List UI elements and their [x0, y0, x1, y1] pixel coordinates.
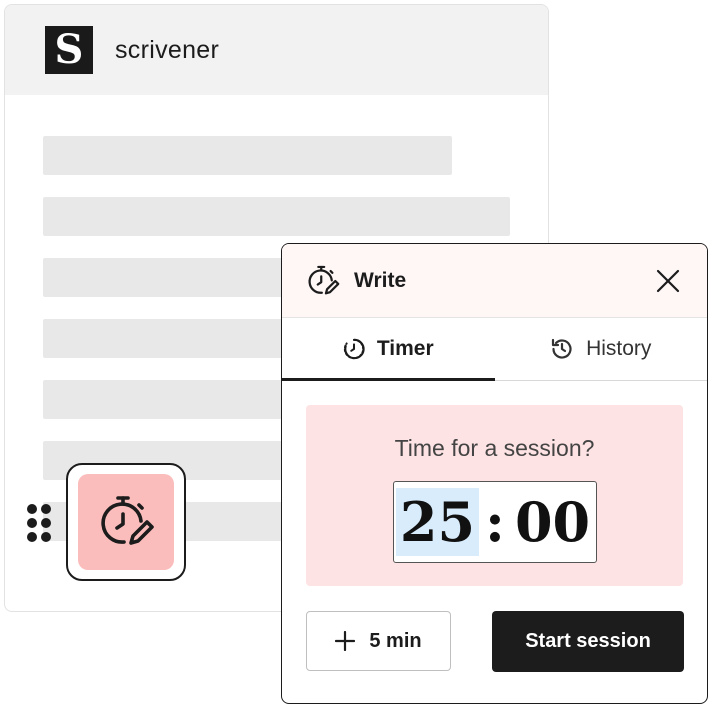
drag-handle-icon[interactable] [27, 504, 55, 544]
drag-dot [27, 518, 37, 528]
seconds-field[interactable]: 00 [511, 488, 594, 556]
close-button[interactable] [653, 266, 683, 296]
timer-icon [343, 338, 365, 360]
time-separator: : [485, 490, 505, 554]
drag-dot [41, 532, 51, 542]
history-icon [551, 338, 572, 359]
session-box: Time for a session? 25 : 00 [306, 405, 683, 586]
write-panel: Write Timer History Time for a session? … [281, 243, 708, 704]
start-session-button[interactable]: Start session [492, 611, 684, 672]
tab-label: History [586, 337, 652, 360]
close-icon [656, 269, 680, 293]
add-button-label: 5 min [369, 629, 422, 652]
panel-header: Write [282, 244, 707, 318]
drag-dot [41, 504, 51, 514]
stopwatch-pencil-icon [308, 265, 340, 294]
drag-dot [41, 518, 51, 528]
minutes-field[interactable]: 25 [395, 488, 480, 556]
session-prompt: Time for a session? [394, 435, 595, 461]
launcher-inner [78, 474, 174, 570]
tab-timer[interactable]: Timer [282, 318, 495, 381]
add-5-min-button[interactable]: 5 min [306, 611, 451, 671]
drag-dot [27, 532, 37, 542]
write-timer-launcher-button[interactable] [66, 463, 186, 581]
app-header: S scrivener [5, 5, 548, 95]
panel-tabs: Timer History [282, 318, 707, 381]
scrivener-logo: S [45, 26, 93, 74]
session-time-input[interactable]: 25 : 00 [393, 481, 597, 563]
tab-history[interactable]: History [495, 318, 708, 380]
text-placeholder-line [43, 197, 510, 236]
tab-label: Timer [376, 337, 434, 360]
panel-title: Write [354, 268, 407, 292]
stopwatch-pencil-icon [101, 496, 154, 545]
plus-icon [335, 631, 356, 651]
drag-dot [27, 504, 37, 514]
app-title: scrivener [115, 35, 220, 64]
text-placeholder-line [43, 136, 452, 175]
